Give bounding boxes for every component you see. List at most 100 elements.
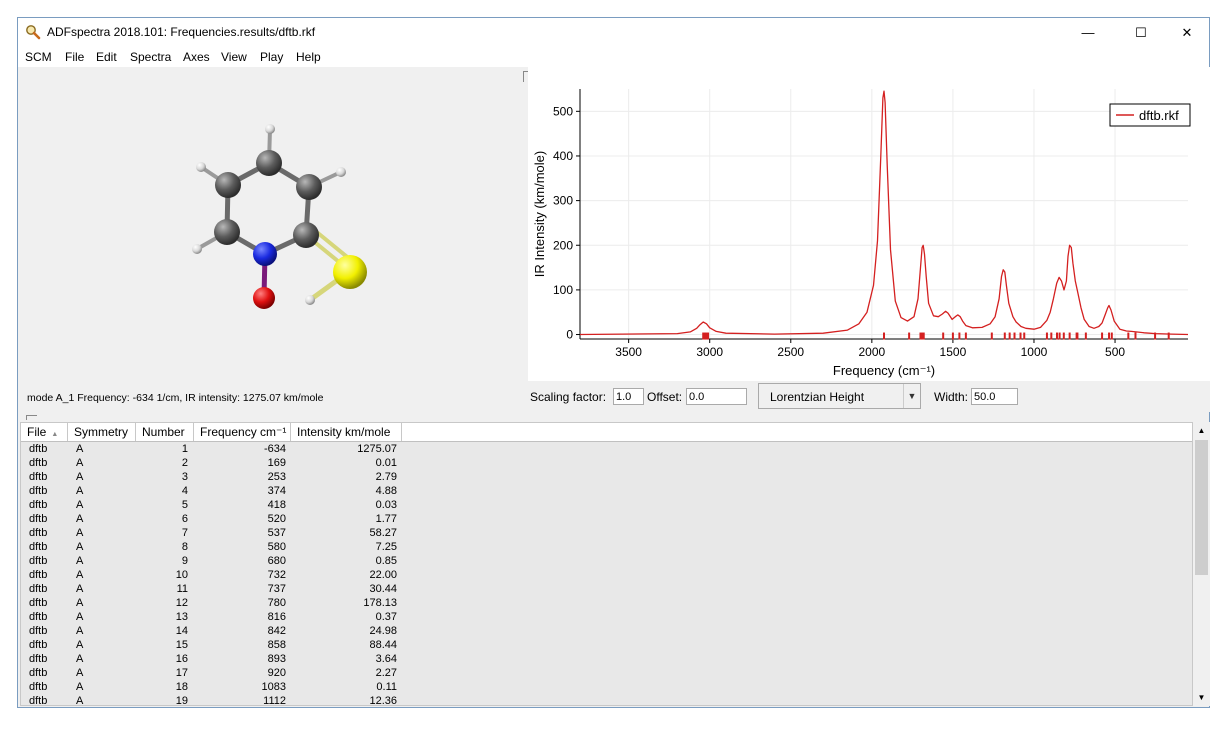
menu-edit[interactable]: Edit [96, 50, 117, 64]
cell-frequency: 1083 [261, 681, 286, 693]
table-scrollbar[interactable]: ▲ ▼ [1193, 422, 1210, 706]
cell-file: dftb [29, 597, 48, 609]
oxygen-atom [253, 287, 275, 309]
y-tick-label: 400 [553, 149, 573, 163]
cell-intensity: 2.79 [375, 471, 397, 483]
hydrogen-atom [305, 295, 315, 305]
spectrum-controls: Scaling factor: 1.0 Offset: 0.0 Lorentzi… [528, 381, 1210, 412]
close-button[interactable]: ✕ [1164, 18, 1210, 47]
spectrum-chart[interactable]: 3500 3000 2500 2000 1500 1000 500 0 100 200 300 400… [528, 67, 1210, 381]
cell-intensity: 88.44 [369, 639, 397, 651]
cell-symmetry: A [76, 471, 84, 483]
cell-symmetry: A [76, 569, 84, 581]
column-header-symmetry[interactable]: Symmetry [68, 423, 136, 441]
cell-intensity: 0.37 [375, 611, 397, 623]
column-header-intensity[interactable]: Intensity km/mole [291, 423, 402, 441]
cell-intensity: 3.64 [375, 653, 397, 665]
cell-file: dftb [29, 443, 48, 455]
cell-file: dftb [29, 681, 48, 693]
cell-number: 7 [181, 527, 188, 539]
x-tick-label: 2500 [777, 345, 804, 359]
cell-intensity: 0.03 [375, 499, 397, 511]
table-row[interactable]: dftb A 9 680 0.85 [21, 554, 1192, 568]
scroll-down-icon[interactable]: ▼ [1193, 689, 1210, 706]
splitter-grip-icon [26, 415, 37, 420]
cell-file: dftb [29, 513, 48, 525]
table-row[interactable]: dftb A 5 418 0.03 [21, 498, 1192, 512]
cell-number: 2 [181, 457, 188, 469]
cell-number: 8 [181, 541, 188, 553]
table-row[interactable]: dftb A 19 1112 12.36 [21, 694, 1192, 706]
menu-view[interactable]: View [221, 50, 247, 64]
cell-intensity: 12.36 [369, 695, 397, 706]
cell-number: 9 [181, 555, 188, 567]
horizontal-splitter[interactable] [18, 412, 1209, 422]
cell-frequency: 1112 [263, 695, 286, 706]
y-axis-label: IR Intensity (km/mole) [532, 151, 547, 277]
legend-label: dftb.rkf [1139, 108, 1179, 123]
table-row[interactable]: dftb A 15 858 88.44 [21, 638, 1192, 652]
menu-spectra[interactable]: Spectra [130, 50, 171, 64]
table-row[interactable]: dftb A 17 920 2.27 [21, 666, 1192, 680]
chevron-down-icon[interactable]: ▼ [903, 384, 920, 408]
column-header-file[interactable]: File ▲ [21, 423, 68, 441]
cell-intensity: 58.27 [369, 527, 397, 539]
cell-frequency: 580 [267, 541, 286, 553]
scaling-factor-input[interactable]: 1.0 [613, 388, 644, 405]
minimize-button[interactable]: — [1065, 18, 1111, 47]
maximize-button[interactable]: ☐ [1118, 18, 1164, 47]
column-header-frequency[interactable]: Frequency cm⁻¹ [194, 423, 291, 441]
column-header-number[interactable]: Number [136, 423, 194, 441]
table-row[interactable]: dftb A 3 253 2.79 [21, 470, 1192, 484]
cell-symmetry: A [76, 653, 84, 665]
cell-symmetry: A [76, 485, 84, 497]
table-row[interactable]: dftb A 6 520 1.77 [21, 512, 1192, 526]
table-row[interactable]: dftb A 14 842 24.98 [21, 624, 1192, 638]
series-line-dftb [579, 90, 1189, 336]
offset-input[interactable]: 0.0 [686, 388, 747, 405]
table-row[interactable]: dftb A 4 374 4.88 [21, 484, 1192, 498]
cell-symmetry: A [76, 555, 84, 567]
menu-bar: SCM File Edit Spectra Axes View Play Hel… [18, 47, 1209, 67]
table-row[interactable]: dftb A 1 -634 1275.07 [21, 442, 1192, 456]
table-row[interactable]: dftb A 11 737 30.44 [21, 582, 1192, 596]
cell-file: dftb [29, 457, 48, 469]
cell-symmetry: A [76, 639, 84, 651]
cell-number: 15 [175, 639, 188, 651]
cell-intensity: 22.00 [369, 569, 397, 581]
table-row[interactable]: dftb A 10 732 22.00 [21, 568, 1192, 582]
cell-symmetry: A [76, 527, 84, 539]
table-row[interactable]: dftb A 7 537 58.27 [21, 526, 1192, 540]
cell-symmetry: A [76, 667, 84, 679]
x-tick-label: 500 [1105, 345, 1125, 359]
menu-play[interactable]: Play [260, 50, 283, 64]
cell-file: dftb [29, 639, 48, 651]
table-row[interactable]: dftb A 8 580 7.25 [21, 540, 1192, 554]
menu-file[interactable]: File [65, 50, 84, 64]
scroll-up-icon[interactable]: ▲ [1193, 422, 1210, 439]
table-row[interactable]: dftb A 12 780 178.13 [21, 596, 1192, 610]
x-tick-label: 1500 [940, 345, 967, 359]
window-title: ADFspectra 2018.101: Frequencies.results… [47, 25, 316, 39]
menu-axes[interactable]: Axes [183, 50, 210, 64]
molecule-model[interactable] [19, 67, 522, 387]
table-row[interactable]: dftb A 18 1083 0.11 [21, 680, 1192, 694]
table-row[interactable]: dftb A 16 893 3.64 [21, 652, 1192, 666]
cell-file: dftb [29, 625, 48, 637]
spectrum-plot[interactable]: 3500 3000 2500 2000 1500 1000 500 0 100 200 300 400… [528, 67, 1210, 381]
table-row[interactable]: dftb A 13 816 0.37 [21, 610, 1192, 624]
cell-number: 11 [176, 583, 188, 595]
cell-number: 3 [181, 471, 188, 483]
scroll-thumb[interactable] [1195, 440, 1208, 575]
x-tick-label: 3500 [615, 345, 642, 359]
width-input[interactable]: 50.0 [971, 388, 1018, 405]
cell-number: 19 [175, 695, 188, 706]
table-row[interactable]: dftb A 2 169 0.01 [21, 456, 1192, 470]
cell-number: 16 [175, 653, 188, 665]
menu-help[interactable]: Help [296, 50, 321, 64]
molecule-viewer[interactable] [19, 67, 522, 412]
cell-file: dftb [29, 695, 48, 706]
menu-scm[interactable]: SCM [25, 50, 52, 64]
hydrogen-atom [192, 244, 202, 254]
lineshape-select[interactable]: Lorentzian Height ▼ [758, 383, 921, 409]
